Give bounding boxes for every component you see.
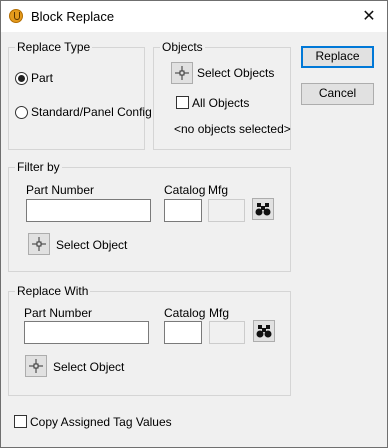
window-title: Block Replace: [31, 9, 115, 24]
crosshair-pick-icon: [29, 359, 43, 373]
objects-status-text: <no objects selected>: [174, 122, 291, 136]
replace-select-object-pick-button[interactable]: [25, 355, 47, 377]
filter-select-object-pick-button[interactable]: [28, 233, 50, 255]
replace-type-label: Replace Type: [15, 40, 93, 54]
binoculars-icon: [255, 203, 271, 216]
replace-type-group: Replace Type: [8, 40, 145, 150]
replace-button[interactable]: Replace: [301, 46, 374, 68]
all-objects-checkbox[interactable]: [176, 96, 189, 109]
select-objects-pick-button[interactable]: [171, 62, 193, 84]
filter-mfg-input: [208, 199, 245, 222]
replace-find-button[interactable]: [253, 320, 275, 342]
crosshair-pick-icon: [32, 237, 46, 251]
replace-part-number-label: Part Number: [24, 306, 93, 320]
filter-find-button[interactable]: [252, 198, 274, 220]
copy-assigned-tag-values-label[interactable]: Copy Assigned Tag Values: [30, 415, 172, 429]
all-objects-label[interactable]: All Objects: [192, 96, 249, 110]
objects-label: Objects: [160, 40, 205, 54]
replace-part-number-input[interactable]: [24, 321, 149, 344]
app-icon: [9, 9, 23, 23]
block-replace-dialog: Block Replace ✕ Replace Type Part Standa…: [0, 0, 388, 448]
filter-mfg-label: Mfg: [208, 183, 229, 197]
replace-select-object-label[interactable]: Select Object: [53, 360, 124, 374]
filter-catalog-label: Catalog: [164, 183, 206, 197]
binoculars-icon: [256, 325, 272, 338]
filter-part-number-label: Part Number: [26, 183, 95, 197]
filter-select-object-label[interactable]: Select Object: [56, 238, 127, 252]
replace-catalog-input[interactable]: [164, 321, 202, 344]
close-icon[interactable]: ✕: [357, 4, 381, 28]
replace-mfg-label: Mfg: [209, 306, 230, 320]
replace-mfg-input: [209, 321, 245, 344]
title-bar: Block Replace ✕: [1, 1, 387, 32]
radio-part[interactable]: [15, 72, 28, 85]
replace-catalog-label: Catalog: [164, 306, 206, 320]
radio-standard-panel-config[interactable]: [15, 106, 28, 119]
filter-catalog-input[interactable]: [164, 199, 202, 222]
radio-part-label[interactable]: Part: [31, 71, 53, 85]
replace-with-label: Replace With: [15, 284, 91, 298]
cancel-button[interactable]: Cancel: [301, 83, 374, 105]
select-objects-label[interactable]: Select Objects: [197, 66, 274, 80]
crosshair-pick-icon: [175, 66, 189, 80]
filter-part-number-input[interactable]: [26, 199, 151, 222]
filter-by-label: Filter by: [15, 160, 62, 174]
radio-standard-panel-config-label[interactable]: Standard/Panel Config: [31, 105, 152, 119]
copy-assigned-tag-values-checkbox[interactable]: [14, 415, 27, 428]
